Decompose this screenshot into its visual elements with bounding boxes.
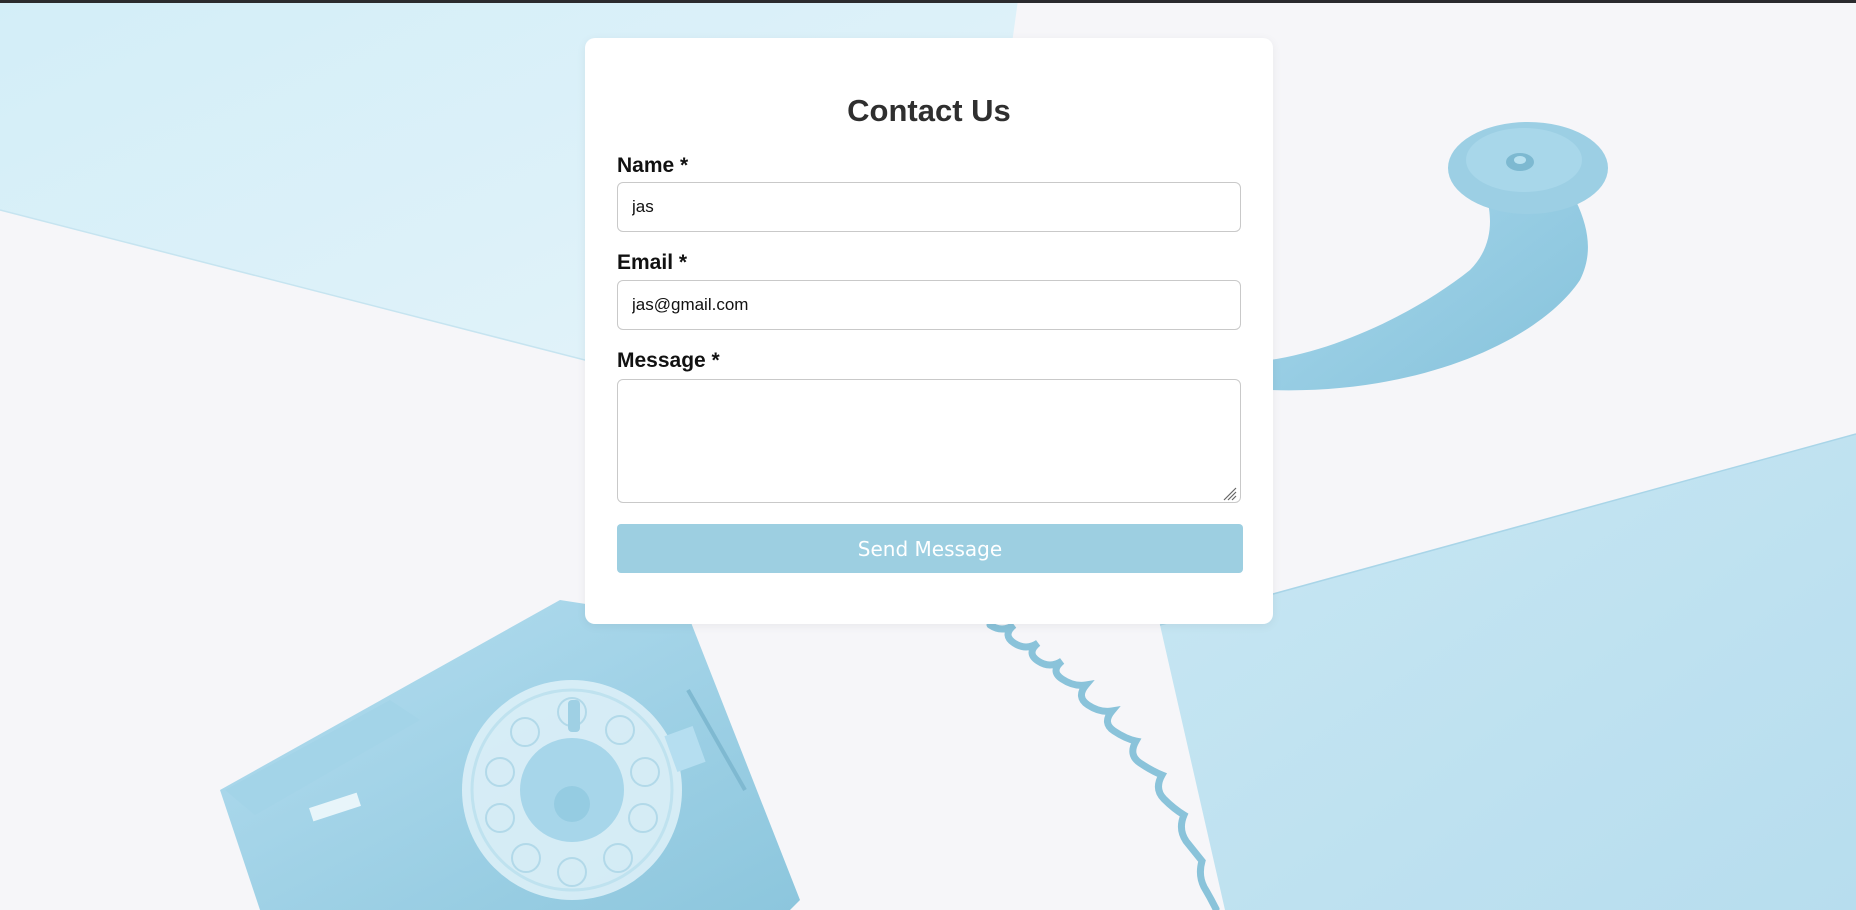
window-top-bar	[0, 0, 1856, 3]
form-title: Contact Us	[847, 93, 1011, 128]
email-label: Email *	[617, 251, 688, 274]
name-field[interactable]	[617, 182, 1241, 232]
name-label: Name *	[617, 154, 689, 177]
contact-form-card: Contact Us Name * Email * Message * Send…	[585, 38, 1273, 624]
message-label: Message *	[617, 349, 720, 372]
email-field[interactable]	[617, 280, 1241, 330]
send-message-button[interactable]: Send Message	[617, 524, 1243, 573]
message-field[interactable]	[617, 379, 1241, 503]
resize-grip-icon[interactable]	[1221, 485, 1237, 501]
